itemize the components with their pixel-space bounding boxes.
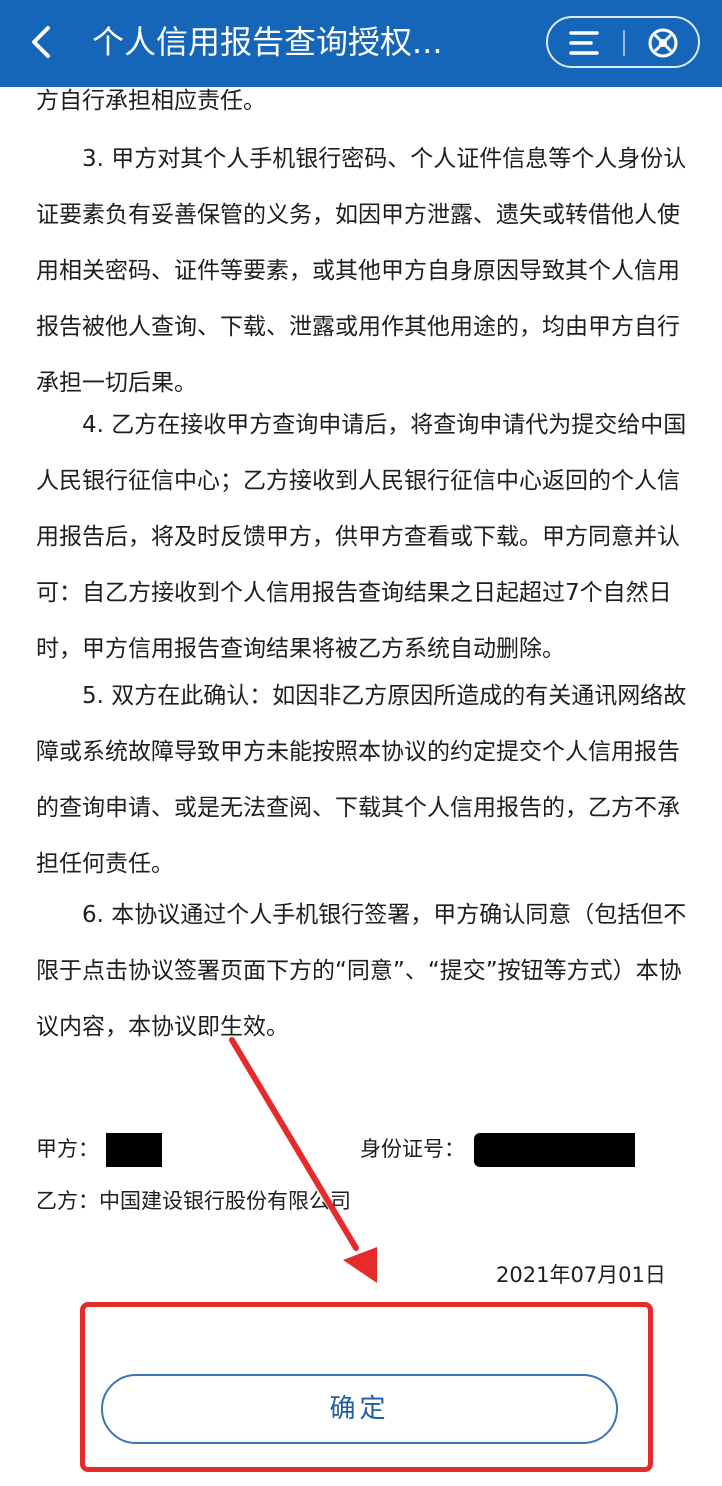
mini-program-capsule <box>546 16 700 68</box>
party-b-line: 乙方：中国建设银行股份有限公司 <box>36 1189 351 1213</box>
confirm-button[interactable]: 确定 <box>101 1374 618 1444</box>
party-a-redaction <box>106 1133 162 1167</box>
id-number-redaction <box>474 1133 635 1167</box>
agreement-paragraph-continuation: 方自行承担相应责任。 <box>36 88 266 114</box>
id-number-label: 身份证号： <box>360 1137 465 1161</box>
close-circle-icon <box>648 28 678 58</box>
agreement-clause-4: 4. 乙方在接收甲方查询申请后，将查询申请代为提交给中国人民银行征信中心；乙方接… <box>36 412 687 662</box>
page-title: 个人信用报告查询授权... <box>92 23 443 61</box>
chevron-left-icon <box>32 26 50 58</box>
agreement-clause-6: 6. 本协议通过个人手机银行签署，甲方确认同意（包括但不限于点击协议签署页面下方… <box>36 902 687 1040</box>
signing-date: 2021年07月01日 <box>496 1263 666 1287</box>
agreement-clause-5: 5. 双方在此确认：如因非乙方原因所造成的有关通讯网络故障或系统故障导致甲方未能… <box>36 683 687 877</box>
agreement-clause-3: 3. 甲方对其个人手机银行密码、个人证件信息等个人身份认证要素负有妥善保管的义务… <box>36 146 687 396</box>
hamburger-menu-icon <box>569 31 599 55</box>
back-button[interactable] <box>22 22 62 62</box>
party-a-label: 甲方： <box>36 1137 99 1161</box>
capsule-divider <box>623 30 625 56</box>
menu-button[interactable] <box>568 28 600 58</box>
close-button[interactable] <box>646 26 680 60</box>
